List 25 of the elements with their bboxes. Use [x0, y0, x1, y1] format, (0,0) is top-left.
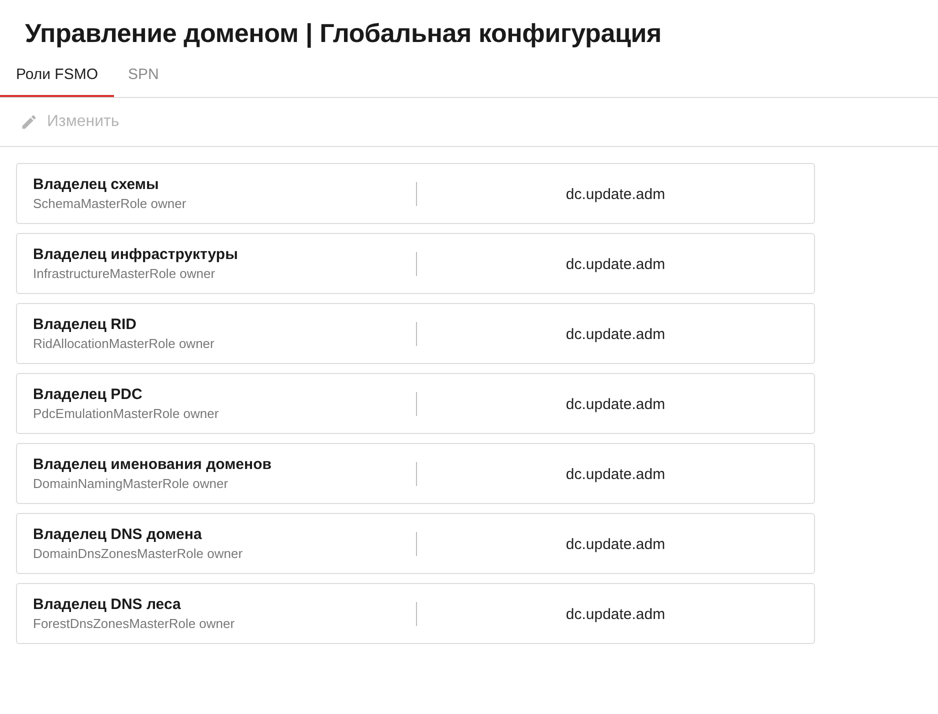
role-attribute: InfrastructureMasterRole owner	[33, 266, 216, 281]
role-owner-value: dc.update.adm	[564, 605, 666, 623]
role-name: Владелец PDC	[33, 386, 144, 403]
page-title: Управление доменом | Глобальная конфигурация	[24, 17, 663, 50]
role-attribute: SchemaMasterRole owner	[33, 196, 188, 211]
role-name: Владелец инфраструктуры	[33, 246, 239, 263]
role-attribute: RidAllocationMasterRole owner	[33, 336, 216, 351]
role-attribute: DomainNamingMasterRole owner	[33, 476, 230, 491]
role-owner-value: dc.update.adm	[564, 465, 666, 483]
role-attribute: DomainDnsZonesMasterRole owner	[33, 546, 244, 561]
role-name: Владелец DNS леса	[33, 596, 182, 613]
role-name: Владелец DNS домена	[33, 526, 203, 543]
role-owner-value: dc.update.adm	[564, 325, 666, 343]
role-owner-value: dc.update.adm	[564, 255, 666, 273]
pencil-icon	[20, 113, 38, 131]
role-name: Владелец RID	[33, 316, 138, 333]
role-owner-value: dc.update.adm	[564, 185, 666, 203]
role-attribute: ForestDnsZonesMasterRole owner	[33, 616, 236, 631]
role-attribute: PdcEmulationMasterRole owner	[33, 406, 220, 421]
tab[interactable]: SPN	[114, 50, 173, 97]
role-name: Владелец именования доменов	[33, 456, 272, 473]
role-name: Владелец схемы	[33, 176, 160, 193]
role-owner-value: dc.update.adm	[564, 395, 666, 413]
tab[interactable]: Роли FSMO	[0, 50, 114, 97]
role-owner-value: dc.update.adm	[564, 535, 666, 553]
